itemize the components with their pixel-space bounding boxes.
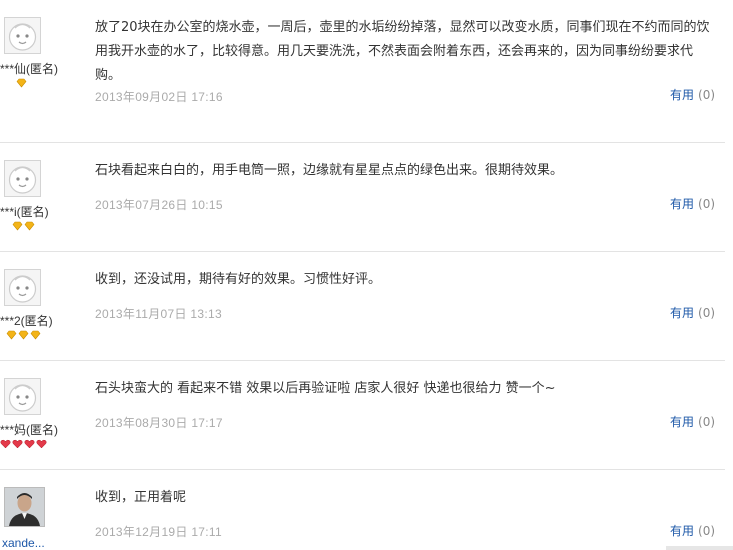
useful-button[interactable]: 有用 (0) xyxy=(670,195,715,212)
useful-button[interactable]: 有用 (0) xyxy=(670,86,715,103)
useful-label[interactable]: 有用 xyxy=(670,524,694,538)
buyer-level-badges xyxy=(12,221,35,233)
useful-label[interactable]: 有用 xyxy=(670,415,694,429)
review-item: ***仙(匿名) 放了20块在办公室的烧水壶，一周后，壶里的水垢纷纷掉落，显然可… xyxy=(0,0,725,143)
buyer-level-badges xyxy=(0,439,47,451)
username[interactable]: ***妈(匿名) xyxy=(0,423,92,437)
yellow-diamond-icon xyxy=(16,78,27,88)
default-face-avatar-icon[interactable] xyxy=(4,269,41,306)
review-text: 放了20块在办公室的烧水壶，一周后，壶里的水垢纷纷掉落，显然可以改变水质，同事们… xyxy=(95,20,710,83)
useful-label[interactable]: 有用 xyxy=(670,306,694,320)
review-item: xande... 收到，正用着呢 2013年12月19日 17:11 有用 (0) xyxy=(0,470,725,550)
useful-label[interactable]: 有用 xyxy=(670,197,694,211)
user-photo-avatar-icon[interactable] xyxy=(4,487,45,527)
review-item: ***妈(匿名) 石头块蛮大的 看起来不错 效果以后再验证啦 店家人很好 快递也… xyxy=(0,361,725,470)
useful-button[interactable]: 有用 (0) xyxy=(670,522,715,539)
yellow-diamond-icon xyxy=(24,221,35,231)
review-date: 2013年07月26日 10:15 xyxy=(95,198,223,212)
review-text: 石头块蛮大的 看起来不错 效果以后再验证啦 店家人很好 快递也很给力 赞一个~ xyxy=(95,381,556,396)
red-heart-icon xyxy=(36,439,47,449)
username[interactable]: ***i(匿名) xyxy=(0,205,92,219)
username-link[interactable]: xande... xyxy=(2,536,94,550)
useful-count: (0) xyxy=(698,197,716,211)
useful-count: (0) xyxy=(698,415,716,429)
red-heart-icon xyxy=(24,439,35,449)
review-item: ***i(匿名) 石块看起来白白的，用手电筒一照，边缘就有星星点点的绿色出来。很… xyxy=(0,143,725,252)
useful-count: (0) xyxy=(698,524,716,538)
useful-label[interactable]: 有用 xyxy=(670,88,694,102)
yellow-diamond-icon xyxy=(18,330,29,340)
username[interactable]: ***2(匿名) xyxy=(0,314,92,328)
review-item: ***2(匿名) 收到，还没试用，期待有好的效果。习惯性好评。 2013年11月… xyxy=(0,252,725,361)
red-heart-icon xyxy=(0,439,11,449)
buyer-level-badges xyxy=(6,330,41,342)
default-face-avatar-icon[interactable] xyxy=(4,378,41,415)
buyer-level-badges xyxy=(16,78,27,90)
red-heart-icon xyxy=(12,439,23,449)
default-face-avatar-icon[interactable] xyxy=(4,17,41,54)
useful-count: (0) xyxy=(698,306,716,320)
yellow-diamond-icon xyxy=(12,221,23,231)
useful-button[interactable]: 有用 (0) xyxy=(670,304,715,321)
useful-count: (0) xyxy=(698,88,716,102)
username[interactable]: ***仙(匿名) xyxy=(0,62,92,76)
useful-button[interactable]: 有用 (0) xyxy=(670,413,715,430)
review-date: 2013年12月19日 17:11 xyxy=(95,525,222,539)
review-date: 2013年11月07日 13:13 xyxy=(95,307,222,321)
review-date: 2013年08月30日 17:17 xyxy=(95,416,223,430)
review-text: 收到，还没试用，期待有好的效果。习惯性好评。 xyxy=(95,272,382,287)
yellow-diamond-icon xyxy=(6,330,17,340)
review-date: 2013年09月02日 17:16 xyxy=(95,90,223,104)
yellow-diamond-icon xyxy=(30,330,41,340)
default-face-avatar-icon[interactable] xyxy=(4,160,41,197)
review-text: 石块看起来白白的，用手电筒一照，边缘就有星星点点的绿色出来。很期待效果。 xyxy=(95,163,564,178)
review-text: 收到，正用着呢 xyxy=(95,490,187,505)
horizontal-scrollbar[interactable] xyxy=(666,546,733,550)
